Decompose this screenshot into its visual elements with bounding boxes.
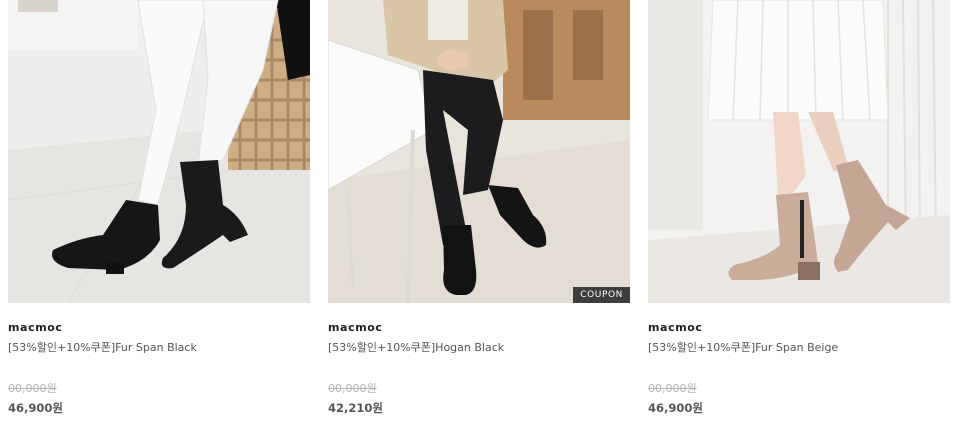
original-price: 00,000원 [648,382,697,395]
brand-name[interactable]: macmoc [8,321,63,334]
brand-name[interactable]: macmoc [328,321,383,334]
original-price: 00,000원 [328,382,377,395]
original-price: 00,000원 [8,382,57,395]
coupon-badge: COUPON [573,287,630,303]
product-name[interactable]: [53%할인+10%쿠폰]Hogan Black [328,339,504,355]
product-name[interactable]: [53%할인+10%쿠폰]Fur Span Beige [648,339,838,355]
brand-name[interactable]: macmoc [648,321,703,334]
product-card[interactable]: macmoc [53%할인+10%쿠폰]Fur Span Black 00,00… [8,0,310,430]
sale-price: 42,210원 [328,401,383,415]
product-image[interactable] [8,0,310,303]
sale-price: 46,900원 [8,401,63,415]
product-photo-black-leather-boots [328,0,630,303]
product-photo-black-suede-boots [8,0,310,303]
product-name[interactable]: [53%할인+10%쿠폰]Fur Span Black [8,339,197,355]
product-image[interactable]: COUPON [328,0,630,303]
product-image[interactable] [648,0,950,303]
product-card[interactable]: COUPON macmoc [53%할인+10%쿠폰]Hogan Black 0… [328,0,630,430]
product-photo-beige-suede-boots [648,0,950,303]
sale-price: 46,900원 [648,401,703,415]
product-card[interactable]: macmoc [53%할인+10%쿠폰]Fur Span Beige 00,00… [648,0,950,430]
product-grid: macmoc [53%할인+10%쿠폰]Fur Span Black 00,00… [0,0,954,430]
